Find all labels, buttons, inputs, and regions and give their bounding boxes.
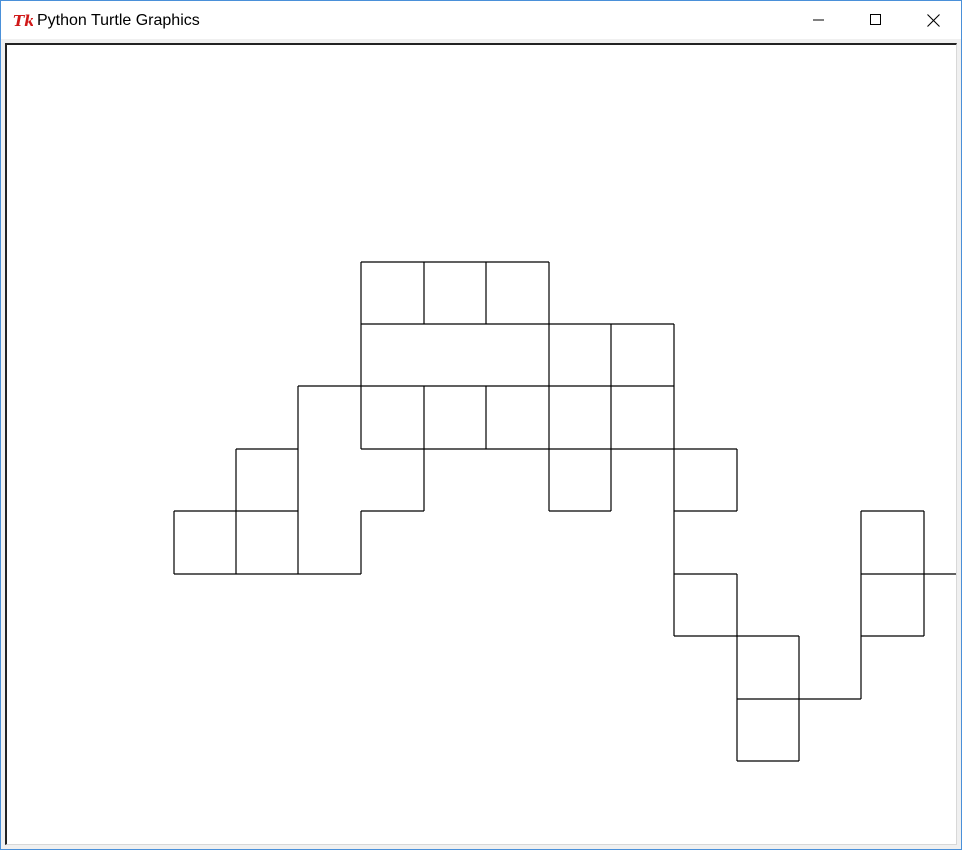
- close-icon: [926, 13, 940, 27]
- minimize-icon: [813, 19, 824, 21]
- turtle-window: Tk Python Turtle Graphics: [0, 0, 962, 850]
- drawn-lines: [173, 261, 956, 762]
- minimize-button[interactable]: [791, 1, 847, 39]
- tk-icon: Tk: [13, 12, 33, 29]
- maximize-button[interactable]: [848, 1, 904, 39]
- title-bar[interactable]: Tk Python Turtle Graphics: [1, 1, 961, 39]
- svg-text:Tk: Tk: [13, 12, 33, 29]
- turtle-drawing: [173, 261, 956, 762]
- close-button[interactable]: [905, 1, 961, 39]
- turtle-canvas[interactable]: [5, 43, 957, 845]
- window-title: Python Turtle Graphics: [37, 12, 200, 29]
- maximize-icon: [870, 14, 881, 25]
